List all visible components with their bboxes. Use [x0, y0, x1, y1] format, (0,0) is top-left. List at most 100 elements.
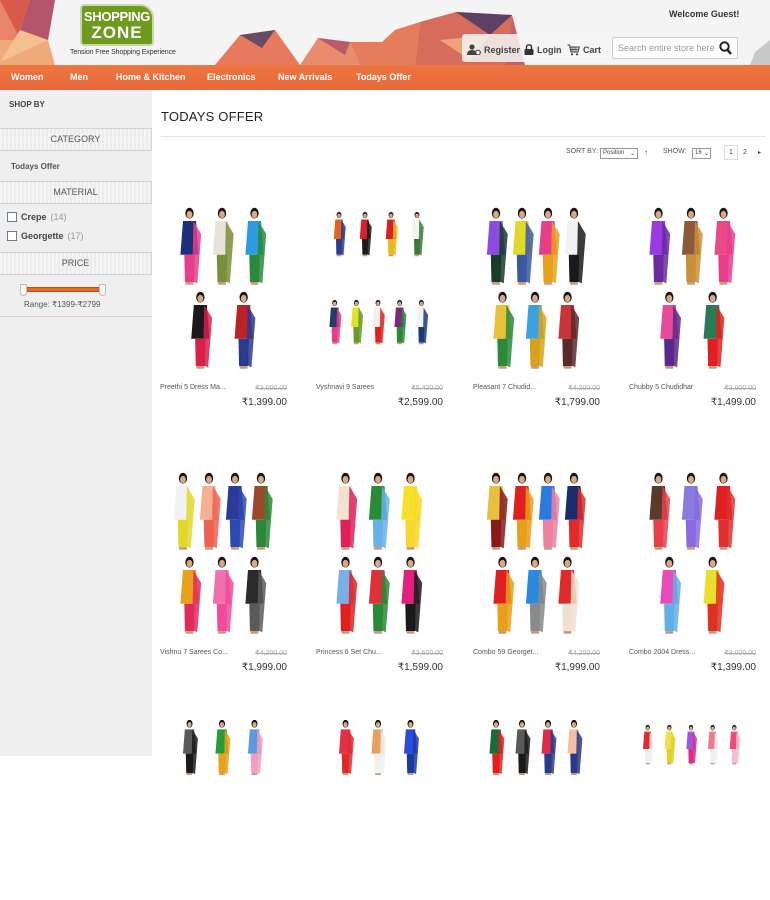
- show-value: 16: [695, 150, 702, 156]
- product-name[interactable]: Chubby 5 Chudidhar: [629, 384, 693, 391]
- product-old-price: ₹5,400.00: [411, 385, 443, 392]
- sort-by-select[interactable]: Position ⌄: [600, 148, 638, 159]
- model-figure: [180, 556, 202, 634]
- product-image[interactable]: [157, 720, 287, 900]
- model-figure: [714, 472, 736, 550]
- nav-item-electronics[interactable]: Electronics: [207, 72, 256, 82]
- georgette-checkbox[interactable]: [7, 231, 17, 241]
- material-filter-heading[interactable]: MATERIAL: [0, 181, 152, 204]
- product-image[interactable]: [470, 720, 600, 900]
- site-logo[interactable]: SHOPPING ZONE: [80, 4, 154, 46]
- user-add-icon: [467, 44, 481, 55]
- model-figure: [729, 724, 741, 765]
- arrow-up-icon[interactable]: ↑: [644, 148, 648, 157]
- model-figure: [512, 207, 534, 285]
- show-per-page-select[interactable]: 16 ⌄: [692, 148, 711, 159]
- model-figure: [643, 724, 654, 765]
- price-slider-max-handle[interactable]: [99, 284, 106, 296]
- product-old-price: ₹4,200.00: [255, 650, 287, 657]
- show-label: SHOW:: [663, 148, 687, 155]
- nav-item-women[interactable]: Women: [11, 72, 43, 82]
- product-price: ₹1,399.00: [241, 397, 287, 408]
- category-filter-heading[interactable]: CATEGORY: [0, 128, 152, 151]
- product-image[interactable]: [157, 200, 287, 380]
- product-image[interactable]: [470, 200, 600, 380]
- search-input[interactable]: Search entire store here: [612, 37, 738, 59]
- model-figure: [703, 291, 725, 369]
- nav-item-todays-offer[interactable]: Todays Offer: [356, 72, 411, 82]
- nav-item-new-arrivals[interactable]: New Arrivals: [278, 72, 332, 82]
- model-figure: [245, 207, 267, 285]
- product-image[interactable]: [626, 200, 756, 380]
- sidebar-divider: [0, 316, 152, 317]
- product-image[interactable]: [313, 720, 443, 900]
- model-figure: [411, 211, 424, 257]
- model-figure: [649, 472, 671, 550]
- login-link[interactable]: Login: [524, 44, 562, 55]
- model-figure: [486, 472, 508, 550]
- product-price: ₹1,999.00: [554, 662, 600, 673]
- model-figure: [681, 207, 703, 285]
- cart-link[interactable]: Cart: [567, 44, 601, 56]
- product-price: ₹2,599.00: [397, 397, 443, 408]
- product-old-price: ₹3,000.00: [724, 385, 756, 392]
- register-link[interactable]: Register: [467, 44, 520, 55]
- model-figure: [359, 211, 372, 257]
- product-price: ₹1,599.00: [397, 662, 443, 673]
- model-figure: [385, 211, 398, 257]
- crepe-checkbox[interactable]: [7, 212, 17, 222]
- product-name[interactable]: Combo 2004 Dress...: [629, 649, 695, 656]
- product-image[interactable]: [313, 465, 443, 645]
- logo-line2: ZONE: [91, 23, 143, 42]
- model-figure: [225, 472, 247, 550]
- model-figure: [245, 556, 267, 634]
- model-figure: [251, 472, 273, 550]
- product-old-price: ₹3,600.00: [411, 650, 443, 657]
- model-figure: [371, 720, 387, 776]
- price-filter-heading[interactable]: PRICE: [0, 252, 152, 275]
- price-slider-min-handle[interactable]: [20, 284, 27, 296]
- product-name[interactable]: Pleasant 7 Chudid...: [473, 384, 536, 391]
- title-divider: [161, 136, 766, 137]
- next-page-icon[interactable]: ▸: [758, 149, 761, 156]
- product-image[interactable]: [626, 720, 756, 900]
- model-figure: [401, 472, 423, 550]
- model-figure: [558, 291, 580, 369]
- page-1[interactable]: 1: [724, 145, 738, 160]
- model-figure: [212, 207, 234, 285]
- product-image[interactable]: [157, 465, 287, 645]
- price-range-slider[interactable]: [20, 284, 106, 296]
- product-name[interactable]: Vishnu 7 Sarees Co...: [160, 649, 228, 656]
- page-2[interactable]: 2: [743, 149, 747, 156]
- model-figure: [564, 207, 586, 285]
- account-links: Register Login Cart: [462, 34, 612, 62]
- product-image[interactable]: [470, 465, 600, 645]
- material-option-crepe[interactable]: Crepe (14): [7, 212, 67, 222]
- model-figure: [538, 207, 560, 285]
- model-figure: [329, 299, 342, 345]
- product-price: ₹1,999.00: [241, 662, 287, 673]
- model-figure: [660, 291, 682, 369]
- nav-item-men[interactable]: Men: [70, 72, 88, 82]
- product-name[interactable]: Princess 6 Set Chu...: [316, 649, 382, 656]
- crepe-count: (14): [50, 212, 67, 222]
- model-figure: [525, 291, 547, 369]
- product-image[interactable]: [626, 465, 756, 645]
- search-icon[interactable]: [719, 41, 732, 55]
- model-figure: [538, 472, 560, 550]
- model-figure: [403, 720, 419, 776]
- model-figure: [182, 720, 198, 776]
- product-name[interactable]: Preethi 5 Dress Ma...: [160, 384, 226, 391]
- model-figure: [512, 472, 534, 550]
- model-figure: [338, 720, 354, 776]
- site-header: SHOPPING ZONE Tension Free Shopping Expe…: [0, 0, 770, 65]
- page-title: TODAYS OFFER: [161, 109, 264, 124]
- category-link-todays-offer[interactable]: Todays Offer: [11, 162, 60, 171]
- product-name[interactable]: Combo 59 Georget...: [473, 649, 538, 656]
- material-option-georgette[interactable]: Georgette (17): [7, 231, 84, 241]
- model-figure: [664, 724, 676, 765]
- product-image[interactable]: [313, 200, 443, 380]
- model-figure: [681, 472, 703, 550]
- nav-item-home-kitchen[interactable]: Home & Kitchen: [116, 72, 186, 82]
- product-name[interactable]: Vyshnavi 9 Sarees: [316, 384, 374, 391]
